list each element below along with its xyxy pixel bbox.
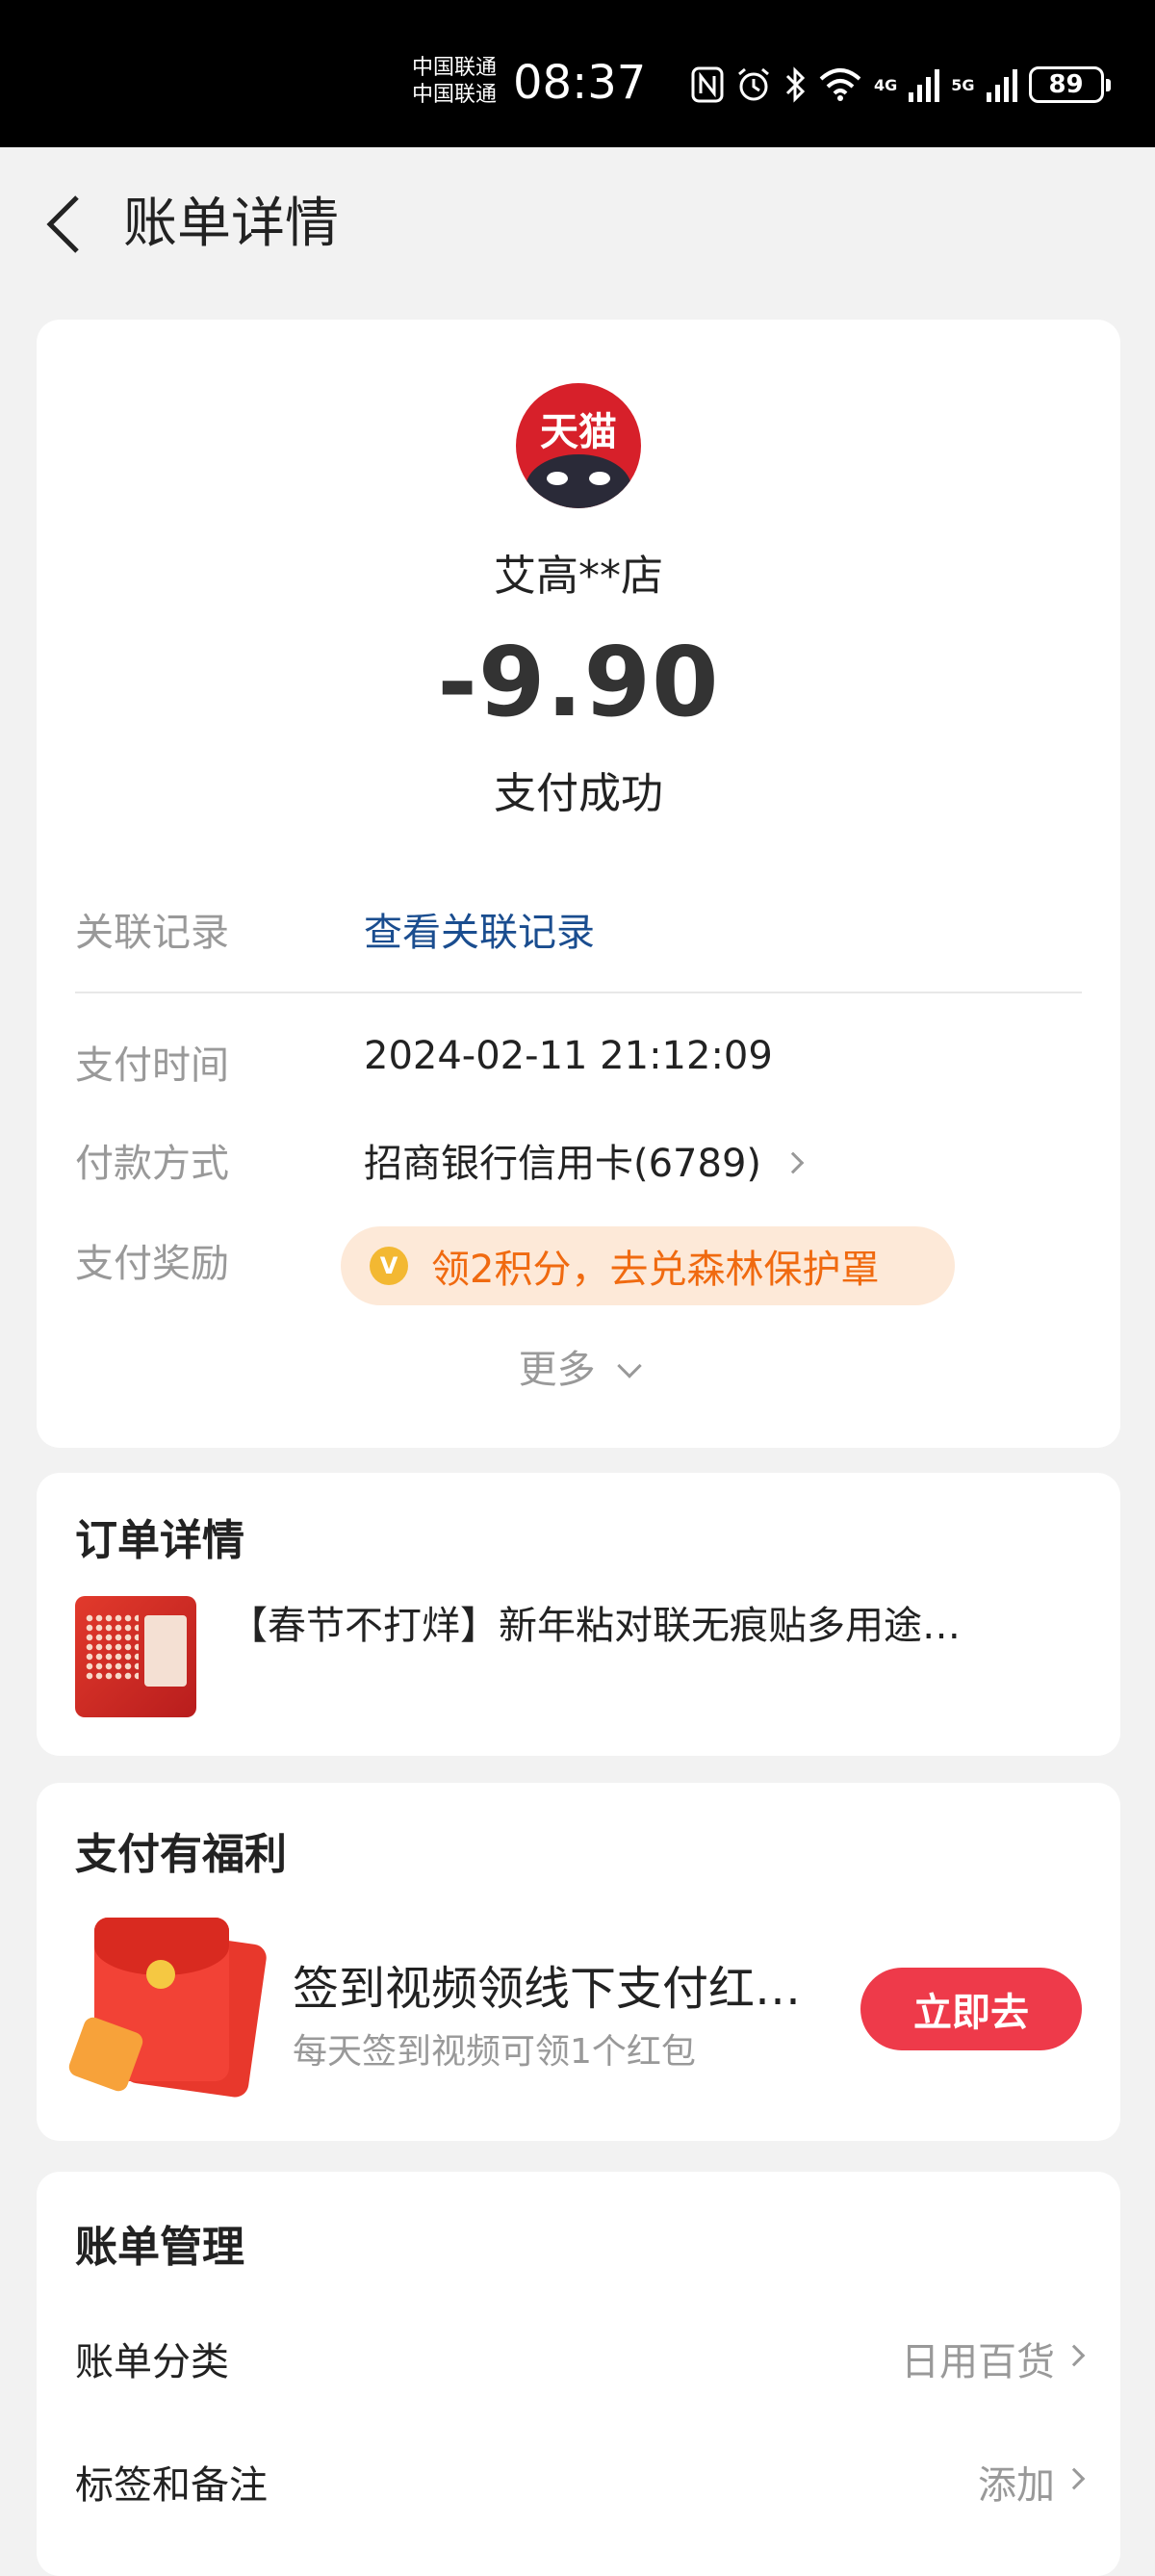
benefit-subtitle: 每天签到视频可领1个红包 [293, 2032, 696, 2072]
carrier-2: 中国联通 [412, 83, 498, 107]
payment-method-label: 付款方式 [75, 1142, 229, 1186]
carrier-1: 中国联通 [412, 56, 498, 80]
order-detail-card[interactable]: 订单详情 【春节不打烊】新年粘对联无痕贴多用途… [37, 1473, 1120, 1756]
tags-notes-value: 添加 [978, 2463, 1055, 2508]
payment-method-value: 招商银行信用卡(6789) [364, 1142, 762, 1186]
page-title: 账单详情 [123, 193, 339, 255]
chevron-right-icon [1063, 2344, 1086, 2367]
merchant-name: 艾高**店 [494, 552, 663, 601]
tags-notes-row[interactable]: 标签和备注 添加 [75, 2434, 1086, 2530]
pay-reward-label: 支付奖励 [75, 1242, 229, 1286]
view-related-records-link[interactable]: 查看关联记录 [364, 901, 595, 957]
battery-icon: 89 [1028, 66, 1111, 103]
network-5g-label: 5G [951, 75, 975, 94]
more-button[interactable]: 更多 [37, 1338, 1120, 1394]
benefit-headline: 签到视频领线下支付红… [293, 1962, 802, 2016]
wifi-icon [819, 68, 861, 101]
product-title: 【春节不打烊】新年粘对联无痕贴多用途… [229, 1604, 961, 1648]
reward-text: 领2积分，去兑森林保护罩 [431, 1248, 880, 1292]
bill-category-value: 日用百货 [901, 2340, 1055, 2384]
red-envelope-icon [65, 1918, 269, 2099]
go-now-button[interactable]: 立即去 [860, 1968, 1082, 2050]
bluetooth-icon [785, 66, 806, 103]
bill-summary-card: 天猫 艾高**店 -9.90 支付成功 关联记录 查看关联记录 支付时间 202… [37, 320, 1120, 1448]
chevron-left-icon [46, 195, 79, 253]
back-button[interactable] [35, 188, 92, 261]
order-section-title: 订单详情 [75, 1516, 244, 1565]
more-label: 更多 [518, 1348, 596, 1392]
benefit-card: 支付有福利 签到视频领线下支付红… 每天签到视频可领1个红包 立即去 [37, 1783, 1120, 2141]
status-bar: 中国联通 中国联通 08:37 4G 5G 89 [0, 0, 1155, 147]
logo-text: 天猫 [540, 410, 617, 454]
carrier-info: 中国联通 中国联通 [412, 55, 497, 109]
nfc-icon [691, 66, 724, 103]
payment-method-row[interactable]: 招商银行信用卡(6789) [364, 1132, 805, 1188]
chevron-right-icon [1063, 2467, 1086, 2490]
signal-4g-icon [909, 69, 940, 102]
payment-amount: -9.90 [437, 626, 720, 738]
signal-5g-icon [986, 69, 1017, 102]
chevron-right-icon [782, 1151, 805, 1174]
benefit-section-title: 支付有福利 [75, 1830, 287, 1879]
network-4g-label: 4G [874, 75, 898, 94]
pay-time-value: 2024-02-11 21:12:09 [364, 1034, 773, 1078]
tags-notes-label: 标签和备注 [75, 2463, 268, 2508]
divider [75, 992, 1082, 993]
related-records-label: 关联记录 [75, 911, 229, 955]
merchant-logo: 天猫 [516, 383, 641, 508]
manage-section-title: 账单管理 [75, 2223, 244, 2272]
bill-management-card: 账单管理 账单分类 日用百货 标签和备注 添加 [37, 2172, 1120, 2576]
reward-pill[interactable]: V 领2积分，去兑森林保护罩 [341, 1226, 955, 1305]
chevron-down-icon [617, 1353, 643, 1378]
cat-face-icon [526, 454, 631, 508]
battery-level: 89 [1048, 70, 1084, 99]
alarm-icon [738, 67, 769, 101]
bill-category-label: 账单分类 [75, 2340, 229, 2384]
status-time: 08:37 [513, 56, 647, 110]
points-coin-icon: V [370, 1247, 408, 1285]
status-icons: 4G 5G 89 [691, 64, 1111, 106]
nav-bar: 账单详情 [0, 147, 1155, 301]
bill-category-row[interactable]: 账单分类 日用百货 [75, 2310, 1086, 2407]
product-thumbnail [75, 1596, 196, 1717]
payment-status: 支付成功 [494, 769, 663, 818]
pay-time-label: 支付时间 [75, 1043, 229, 1088]
